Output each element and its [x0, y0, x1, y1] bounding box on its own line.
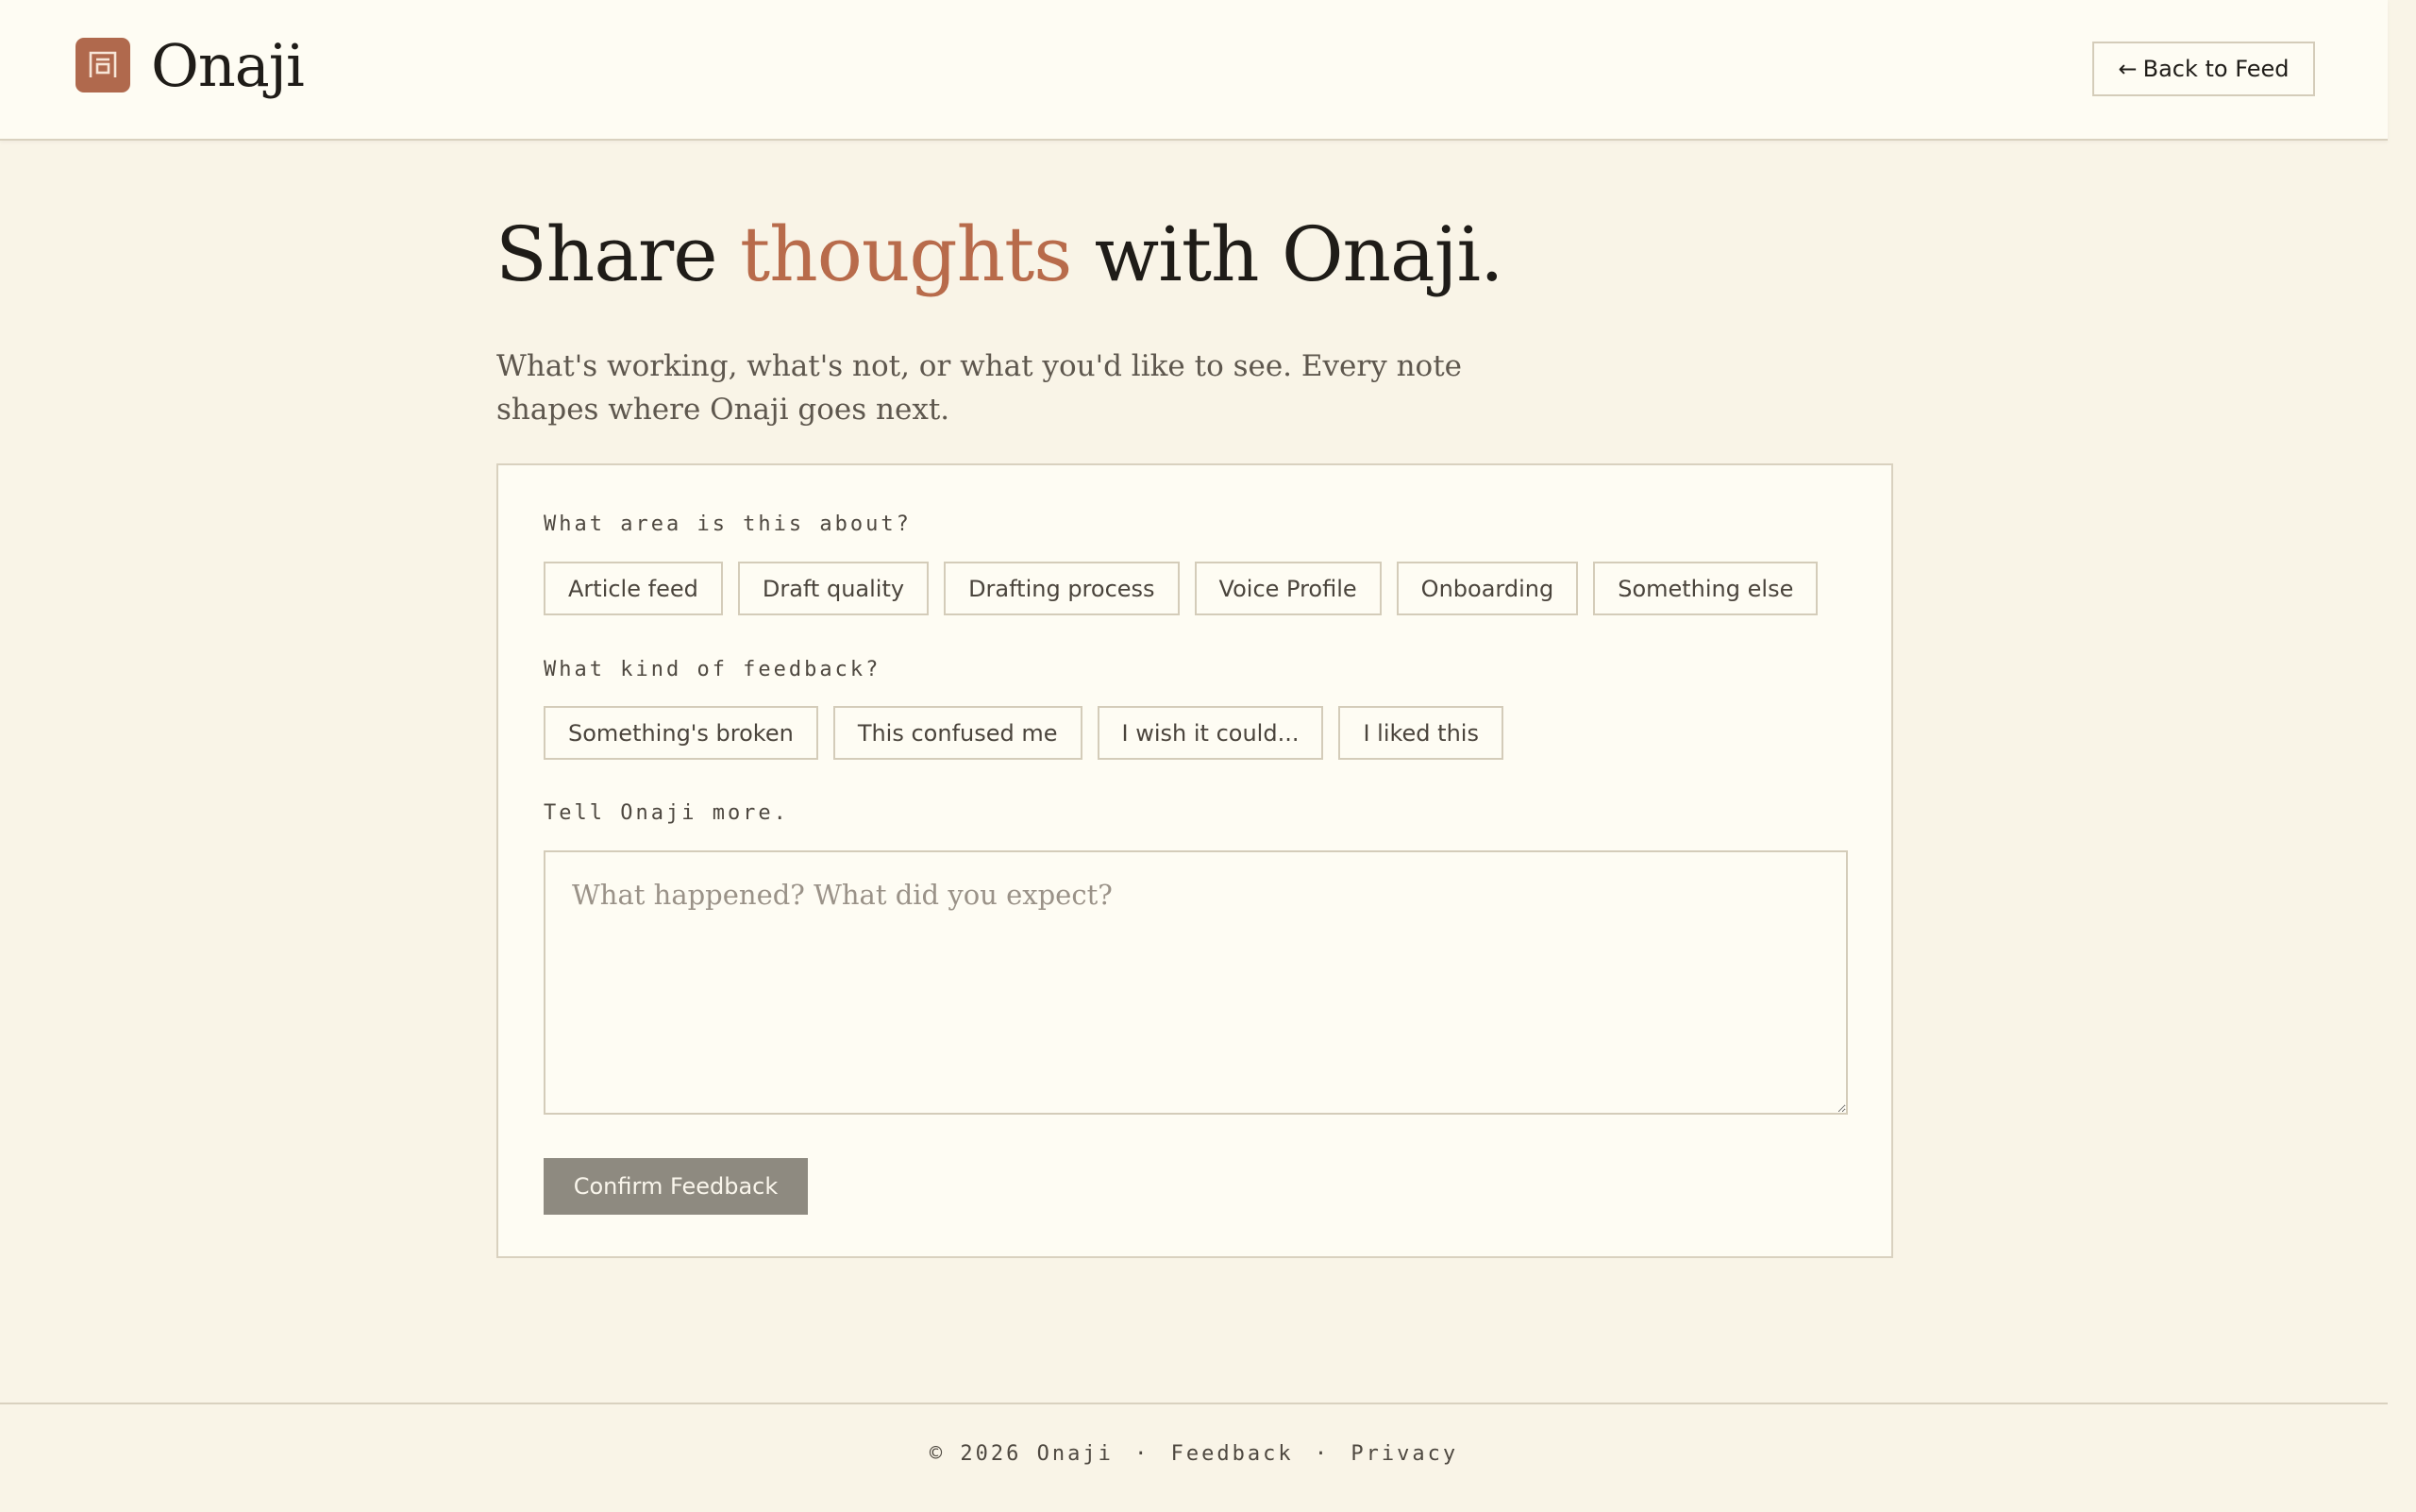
area-option-draft-quality[interactable]: Draft quality [737, 562, 930, 615]
page-footer: © 2026 Onaji · Feedback · Privacy [0, 1403, 2388, 1512]
footer-privacy-link[interactable]: Privacy [1351, 1442, 1458, 1466]
details-textarea[interactable] [544, 850, 1848, 1115]
page-title: Share thoughts with Onaji. [495, 217, 1892, 293]
area-option-something-else[interactable]: Something else [1593, 562, 1819, 615]
back-to-feed-label: Back to Feed [2142, 56, 2290, 82]
footer-separator: · [1134, 1442, 1150, 1466]
footer-separator: · [1314, 1442, 1331, 1466]
brand-glyph-icon [89, 51, 117, 77]
kind-option-confused[interactable]: This confused me [832, 706, 1082, 760]
brand-logo[interactable]: Onaji [76, 31, 305, 100]
feedback-form: What area is this about? Article feed Dr… [496, 463, 1893, 1258]
kind-option-liked[interactable]: I liked this [1338, 706, 1503, 760]
area-option-drafting-process[interactable]: Drafting process [944, 562, 1180, 615]
area-option-voice-profile[interactable]: Voice Profile [1194, 562, 1382, 615]
back-to-feed-button[interactable]: ← Back to Feed [2092, 42, 2315, 96]
page-subtitle: What's working, what's not, or what you'… [496, 349, 1462, 427]
brand-mark-icon [76, 38, 130, 92]
page-title-accent: thoughts [740, 210, 1072, 298]
area-option-onboarding[interactable]: Onboarding [1396, 562, 1579, 615]
kind-question-label: What kind of feedback? [544, 658, 881, 681]
area-question-label: What area is this about? [544, 512, 912, 536]
footer-links: © 2026 Onaji · Feedback · Privacy [0, 1442, 2388, 1466]
confirm-feedback-button[interactable]: Confirm Feedback [544, 1158, 808, 1215]
page-title-end: with Onaji. [1071, 210, 1504, 298]
kind-option-wish[interactable]: I wish it could... [1097, 706, 1324, 760]
area-option-article-feed[interactable]: Article feed [544, 562, 723, 615]
top-header: Onaji ← Back to Feed [0, 0, 2388, 141]
page-title-start: Share [495, 210, 741, 298]
page: Onaji ← Back to Feed Share thoughts with… [0, 0, 2388, 1512]
details-label: Tell Onaji more. [544, 801, 789, 825]
footer-copyright: © 2026 Onaji [929, 1442, 1114, 1466]
arrow-left-icon: ← [2118, 56, 2138, 82]
brand-name: Onaji [151, 30, 305, 100]
kind-options: Something's broken This confused me I wi… [544, 706, 1503, 760]
footer-feedback-link[interactable]: Feedback [1171, 1442, 1294, 1466]
main-content: Share thoughts with Onaji. What's workin… [495, 189, 1893, 1258]
area-options: Article feed Draft quality Drafting proc… [544, 562, 1819, 615]
kind-option-broken[interactable]: Something's broken [544, 706, 818, 760]
